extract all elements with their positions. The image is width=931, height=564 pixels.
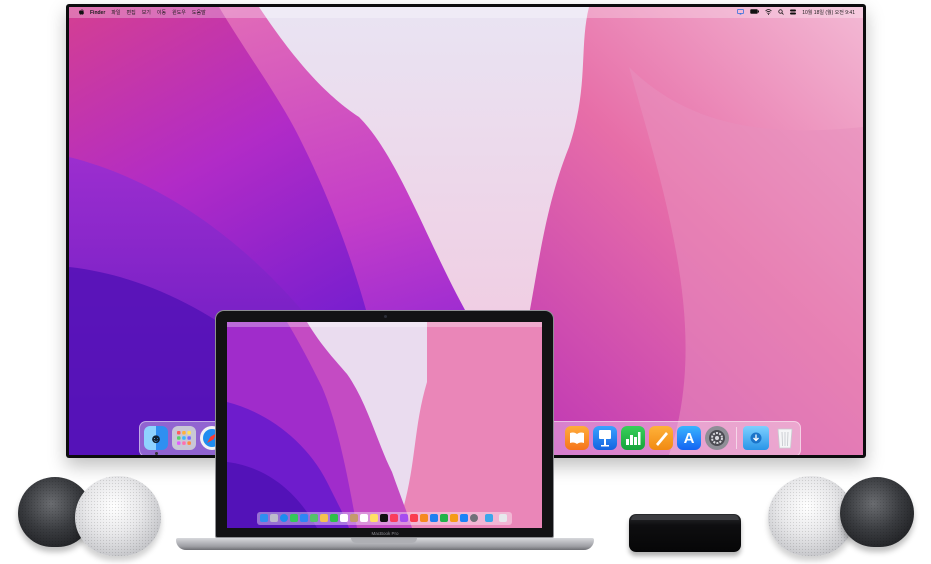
- calendar-icon[interactable]: [340, 514, 348, 522]
- macbook-pro: [215, 310, 554, 538]
- menu-file[interactable]: 파일: [111, 9, 120, 16]
- laptop-wallpaper: [227, 322, 542, 528]
- notes-icon[interactable]: [370, 514, 378, 522]
- apple-logo-icon[interactable]: [79, 8, 84, 17]
- menu-app-name[interactable]: Finder: [90, 10, 105, 16]
- app-store-icon[interactable]: [460, 514, 468, 522]
- finder-icon[interactable]: ☻: [144, 426, 168, 450]
- numbers-icon[interactable]: [440, 514, 448, 522]
- menu-view[interactable]: 보기: [142, 9, 151, 16]
- system-preferences-icon[interactable]: [470, 514, 478, 522]
- photos-icon[interactable]: [320, 514, 328, 522]
- menu-bar: Finder 파일 편집 보기 이동 윈도우 도움말 10월 18일 (월) 오…: [69, 7, 863, 18]
- messages-icon[interactable]: [290, 514, 298, 522]
- menu-clock[interactable]: 10월 18일 (월) 오전 9:41: [802, 9, 855, 16]
- books-icon[interactable]: [420, 514, 428, 522]
- battery-icon[interactable]: [750, 9, 760, 16]
- spotlight-icon[interactable]: [778, 8, 785, 17]
- contacts-icon[interactable]: [350, 514, 358, 522]
- keynote-icon[interactable]: [430, 514, 438, 522]
- laptop-model-label: MacBook Pro: [371, 531, 399, 536]
- wifi-icon[interactable]: [765, 8, 773, 17]
- laptop-lid-notch: [351, 538, 417, 543]
- camera-icon: [384, 315, 387, 318]
- keynote-icon[interactable]: [593, 426, 617, 450]
- menu-edit[interactable]: 편집: [126, 9, 135, 16]
- screen-mirroring-icon[interactable]: [737, 8, 745, 17]
- menu-help[interactable]: 도움말: [192, 9, 206, 16]
- facetime-icon[interactable]: [330, 514, 338, 522]
- homepod-mini-left-white: [75, 476, 161, 556]
- numbers-icon[interactable]: [621, 426, 645, 450]
- dock-separator: [736, 427, 737, 449]
- homepod-mini-right-dark: [840, 477, 914, 547]
- app-store-icon[interactable]: A: [677, 426, 701, 450]
- pages-icon[interactable]: [649, 426, 673, 450]
- laptop-screen: [227, 322, 542, 528]
- control-center-icon[interactable]: [790, 9, 797, 17]
- reminders-icon[interactable]: [360, 514, 368, 522]
- music-icon[interactable]: [390, 514, 398, 522]
- finder-icon[interactable]: [260, 514, 268, 522]
- mail-icon[interactable]: [300, 514, 308, 522]
- books-icon[interactable]: [565, 426, 589, 450]
- launchpad-icon[interactable]: [270, 514, 278, 522]
- maps-icon[interactable]: [310, 514, 318, 522]
- news-icon[interactable]: [410, 514, 418, 522]
- menu-window[interactable]: 윈도우: [172, 9, 186, 16]
- apple-tv-box: [629, 514, 741, 552]
- menu-go[interactable]: 이동: [157, 9, 166, 16]
- laptop-menu-bar: [227, 322, 542, 327]
- laptop-dock: [257, 512, 512, 525]
- running-indicator: [155, 452, 158, 455]
- trash-icon[interactable]: [773, 426, 797, 450]
- tv-icon[interactable]: [380, 514, 388, 522]
- pages-icon[interactable]: [450, 514, 458, 522]
- downloads-folder-icon[interactable]: [485, 514, 493, 522]
- launchpad-icon[interactable]: [172, 426, 196, 450]
- system-preferences-icon[interactable]: [705, 426, 729, 450]
- trash-icon[interactable]: [499, 514, 507, 522]
- downloads-folder-icon[interactable]: [743, 426, 769, 450]
- safari-icon[interactable]: [280, 514, 288, 522]
- apple-tv-top: [631, 515, 739, 520]
- podcasts-icon[interactable]: [400, 514, 408, 522]
